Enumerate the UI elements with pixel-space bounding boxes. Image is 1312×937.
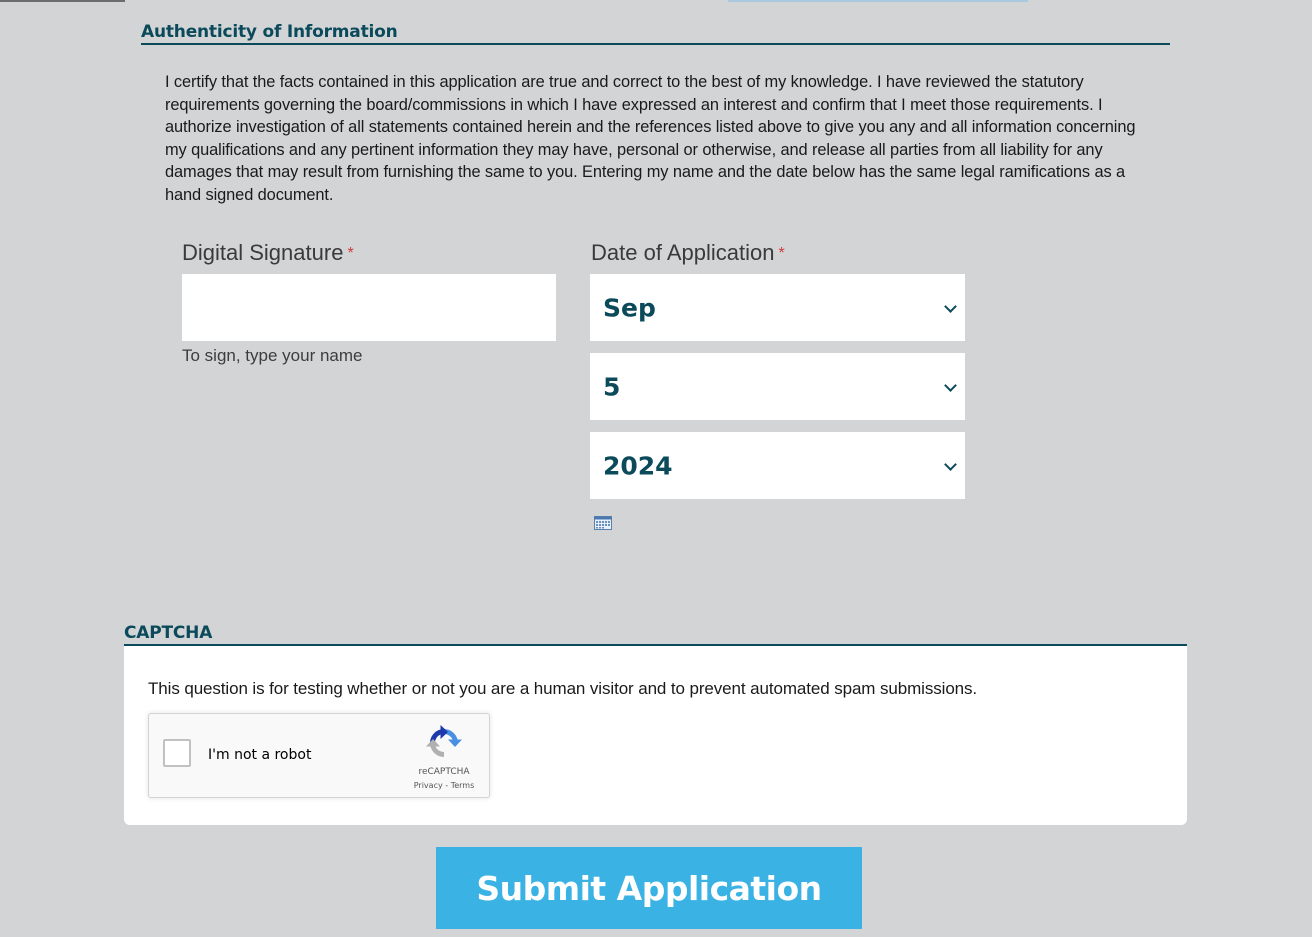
- date-of-application-label: Date of Application *: [591, 240, 785, 266]
- day-select[interactable]: 5: [590, 353, 965, 420]
- recaptcha-checkbox[interactable]: [163, 739, 191, 767]
- calendar-icon[interactable]: [594, 516, 612, 530]
- month-select-value: Sep: [603, 293, 656, 322]
- day-select-value: 5: [603, 372, 621, 401]
- captcha-description: This question is for testing whether or …: [148, 679, 978, 698]
- recaptcha-widget: I'm not a robot reCAPTCHA Privacy - Term…: [148, 713, 490, 798]
- top-edge-mid: [728, 0, 1028, 2]
- chevron-down-icon: [944, 378, 957, 392]
- required-marker: *: [778, 245, 785, 262]
- captcha-heading: CAPTCHA: [124, 623, 213, 643]
- recaptcha-link-separator: -: [442, 781, 451, 790]
- digital-signature-input[interactable]: [182, 274, 556, 341]
- required-marker: *: [347, 245, 354, 262]
- chevron-down-icon: [944, 457, 957, 471]
- digital-signature-label: Digital Signature *: [182, 240, 354, 266]
- date-of-application-label-text: Date of Application: [591, 240, 775, 265]
- recaptcha-links: Privacy - Terms: [411, 781, 477, 790]
- submit-application-button[interactable]: Submit Application: [436, 847, 862, 929]
- digital-signature-label-text: Digital Signature: [182, 240, 344, 265]
- recaptcha-brand: reCAPTCHA: [418, 767, 470, 777]
- chevron-down-icon: [944, 299, 957, 313]
- recaptcha-checkbox-label: I'm not a robot: [208, 747, 312, 763]
- recaptcha-terms-link[interactable]: Terms: [451, 781, 475, 790]
- authenticity-divider: [141, 43, 1170, 45]
- recaptcha-privacy-link[interactable]: Privacy: [414, 781, 443, 790]
- digital-signature-hint: To sign, type your name: [182, 346, 363, 365]
- recaptcha-logo-icon: [426, 725, 462, 757]
- year-select-value: 2024: [603, 451, 673, 480]
- month-select[interactable]: Sep: [590, 274, 965, 341]
- top-edge-left: [0, 0, 125, 2]
- year-select[interactable]: 2024: [590, 432, 965, 499]
- authenticity-heading: Authenticity of Information: [141, 22, 398, 42]
- authenticity-statement: I certify that the facts contained in th…: [165, 73, 1136, 204]
